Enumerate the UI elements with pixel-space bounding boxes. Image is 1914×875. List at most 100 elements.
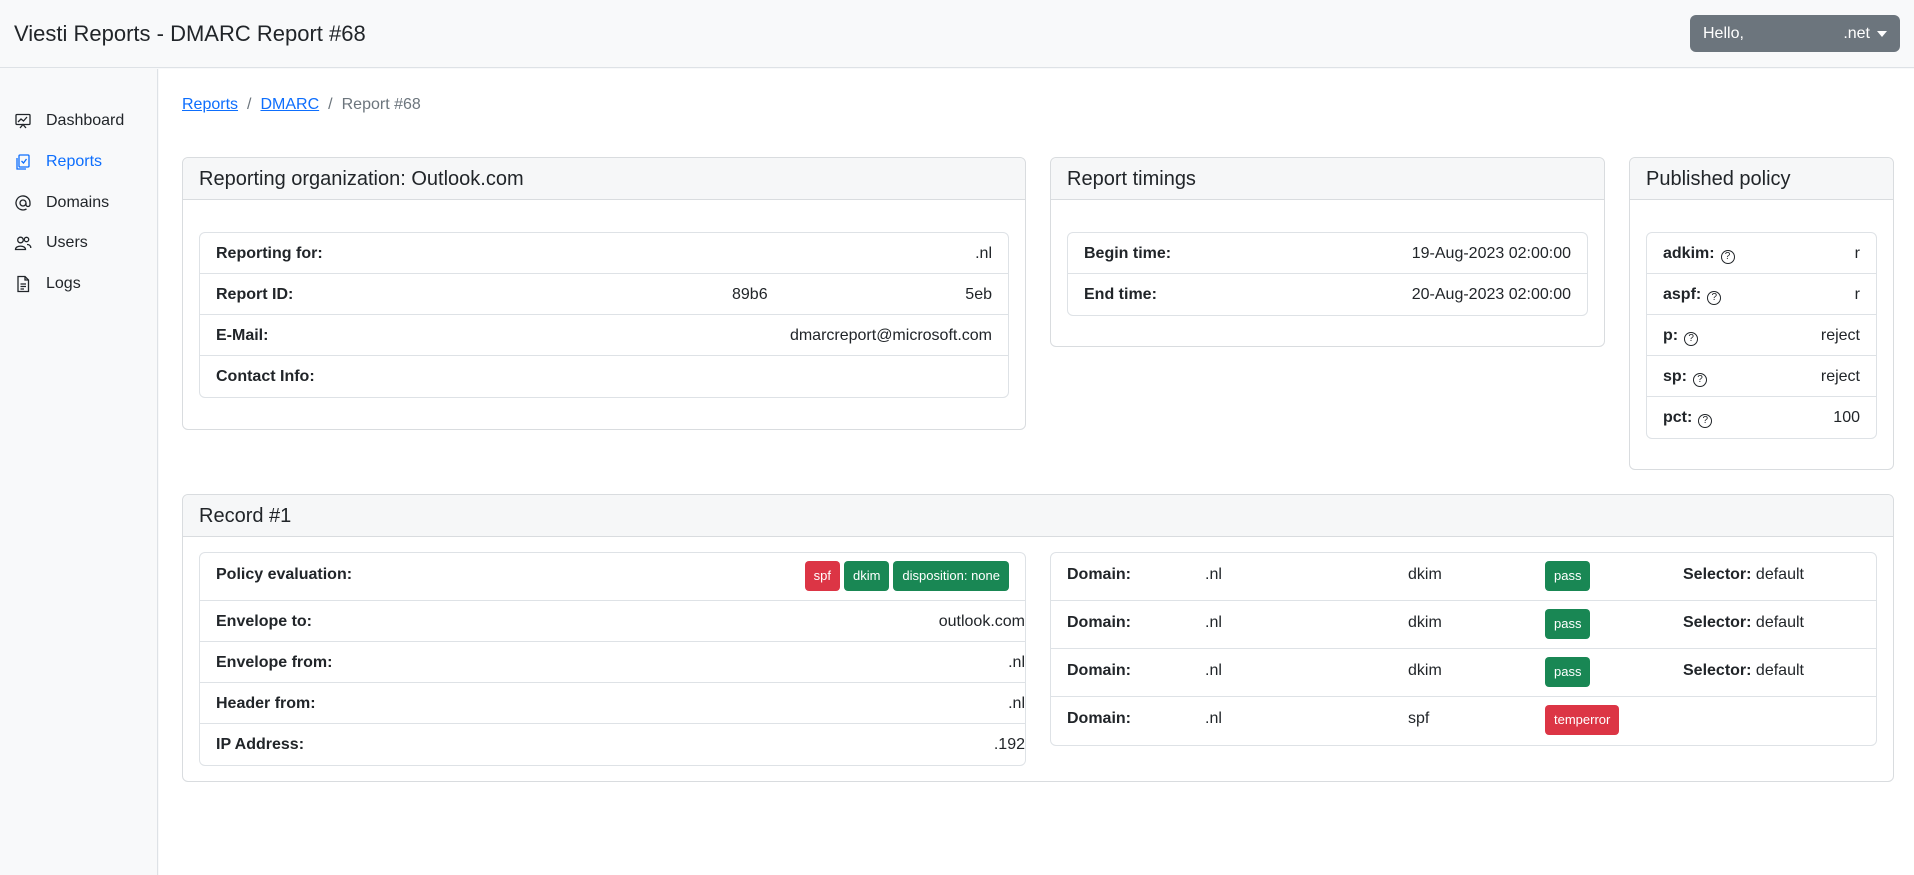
sidebar-item-logs[interactable]: Logs	[14, 270, 81, 298]
row-label: sp:?	[1663, 368, 1707, 387]
help-icon[interactable]: ?	[1698, 414, 1713, 428]
domain-value: .nl	[1205, 710, 1222, 727]
domain-label: Domain:	[1067, 710, 1131, 727]
breadcrumb-reports-link[interactable]: Reports	[182, 96, 238, 114]
table-row: p:? reject	[1647, 315, 1876, 356]
table-row: Envelope from: .nl	[200, 642, 1025, 683]
row-value: reject	[1820, 327, 1860, 344]
sidebar-item-label: Logs	[46, 275, 81, 292]
selector: Selector: default	[1683, 566, 1804, 584]
row-value: 100	[1833, 409, 1860, 426]
selector: Selector: default	[1683, 662, 1804, 680]
domain-label: Domain:	[1067, 566, 1131, 583]
sidebar-item-label: Reports	[46, 153, 103, 170]
row-value: .192	[993, 736, 1025, 753]
result-badge: pass	[1545, 609, 1591, 639]
table-row: E-Mail: dmarcreport@microsoft.com	[200, 315, 1008, 356]
help-icon[interactable]: ?	[1684, 332, 1699, 346]
dkim-badge: dkim	[843, 561, 890, 591]
table-row: Reporting for: .nl	[200, 233, 1008, 274]
row-value: reject	[1820, 368, 1860, 385]
breadcrumb-dmarc-link[interactable]: DMARC	[260, 96, 319, 114]
policy-table: adkim:? r aspf:? r p:? reject sp:? rejec…	[1646, 232, 1877, 439]
row-label: Envelope to:	[216, 613, 313, 630]
domain-label: Domain:	[1067, 614, 1131, 631]
row-value: .nl	[975, 245, 992, 262]
organization-table: Reporting for: .nl Report ID: 89b6 5eb E…	[199, 232, 1009, 398]
table-row: adkim:? r	[1647, 233, 1876, 274]
row-value: 20-Aug-2023 02:00:00	[1411, 286, 1571, 303]
domain-label: Domain:	[1067, 662, 1131, 679]
row-label: Envelope from:	[216, 654, 333, 671]
report-id-part: 89b6	[732, 286, 768, 303]
breadcrumb: Reports / DMARC / Report #68	[182, 96, 421, 114]
card-title: Reporting organization: Outlook.com	[183, 158, 1025, 200]
selector: Selector: default	[1683, 614, 1804, 632]
help-icon[interactable]: ?	[1693, 373, 1707, 387]
sidebar-item-reports[interactable]: Reports	[14, 148, 102, 176]
selector-value: default	[1755, 614, 1804, 631]
table-row: aspf:? r	[1647, 274, 1876, 315]
table-row: Report ID: 89b6 5eb	[200, 274, 1008, 315]
row-label: Contact Info:	[216, 368, 315, 385]
row-value: 19-Aug-2023 02:00:00	[1411, 245, 1571, 262]
row-label: Header from:	[216, 695, 316, 712]
policy-label: p:	[1663, 327, 1679, 344]
report-timings-card: Report timings Begin time: 19-Aug-2023 0…	[1050, 157, 1605, 347]
user-menu-button[interactable]: Hello, .net	[1690, 15, 1900, 52]
user-domain: .net	[1843, 25, 1870, 42]
sidebar-item-label: Domains	[46, 194, 110, 211]
breadcrumb-current: Report #68	[341, 96, 421, 113]
table-row: Envelope to: outlook.com	[200, 601, 1025, 642]
disposition-badge: disposition: none	[893, 561, 1009, 591]
row-value: r	[1854, 286, 1860, 303]
selector-value: default	[1755, 566, 1804, 583]
selector-value: default	[1755, 662, 1804, 679]
top-navbar: Viesti Reports - DMARC Report #68 Hello,…	[0, 0, 1914, 68]
record-card: Record #1 Policy evaluation: spf dkim di…	[182, 494, 1894, 782]
card-title: Published policy	[1630, 158, 1893, 200]
row-label: adkim:?	[1663, 245, 1735, 264]
card-title: Report timings	[1051, 158, 1604, 200]
policy-label: adkim:	[1663, 245, 1715, 262]
row-value: .nl	[1008, 654, 1025, 671]
domain-value: .nl	[1205, 662, 1222, 679]
spf-badge: spf	[804, 561, 840, 591]
row-label: aspf:?	[1663, 286, 1722, 305]
at-icon	[14, 194, 32, 212]
help-icon[interactable]: ?	[1720, 250, 1735, 264]
auth-type: dkim	[1408, 566, 1442, 583]
record-details-table: Policy evaluation: spf dkim disposition:…	[199, 552, 1026, 766]
domain-value: .nl	[1205, 614, 1222, 631]
auth-type: spf	[1408, 710, 1430, 727]
table-row: IP Address: .192	[200, 724, 1025, 765]
card-title: Record #1	[183, 495, 1893, 537]
row-value: .nl	[1008, 695, 1025, 712]
row-label: Reporting for:	[216, 245, 323, 262]
row-value: dmarcreport@microsoft.com	[789, 327, 992, 344]
reports-icon	[14, 153, 32, 171]
sidebar: Dashboard Reports Domains Users Logs	[0, 69, 158, 875]
selector-label: Selector:	[1683, 566, 1752, 583]
timings-table: Begin time: 19-Aug-2023 02:00:00 End tim…	[1067, 232, 1588, 316]
row-value: r	[1854, 245, 1860, 262]
table-row: Domain: .nl spf temperror	[1051, 697, 1876, 745]
policy-label: sp:	[1663, 368, 1687, 385]
row-value: outlook.com	[938, 613, 1025, 630]
table-row: Policy evaluation: spf dkim disposition:…	[200, 553, 1025, 601]
sidebar-item-label: Dashboard	[46, 112, 125, 129]
table-row: Begin time: 19-Aug-2023 02:00:00	[1068, 233, 1587, 274]
result-badge: temperror	[1545, 705, 1620, 735]
table-row: End time: 20-Aug-2023 02:00:00	[1068, 274, 1587, 315]
row-label: E-Mail:	[216, 327, 269, 344]
table-row: Header from: .nl	[200, 683, 1025, 724]
help-icon[interactable]: ?	[1707, 291, 1722, 305]
selector-label: Selector:	[1683, 662, 1752, 679]
app-title[interactable]: Viesti Reports - DMARC Report #68	[14, 21, 366, 47]
sidebar-item-users[interactable]: Users	[14, 229, 88, 257]
sidebar-item-domains[interactable]: Domains	[14, 189, 109, 217]
breadcrumb-separator: /	[328, 96, 333, 113]
sidebar-item-dashboard[interactable]: Dashboard	[14, 107, 124, 135]
reporting-organization-card: Reporting organization: Outlook.com Repo…	[182, 157, 1026, 430]
table-row: pct:? 100	[1647, 397, 1876, 438]
